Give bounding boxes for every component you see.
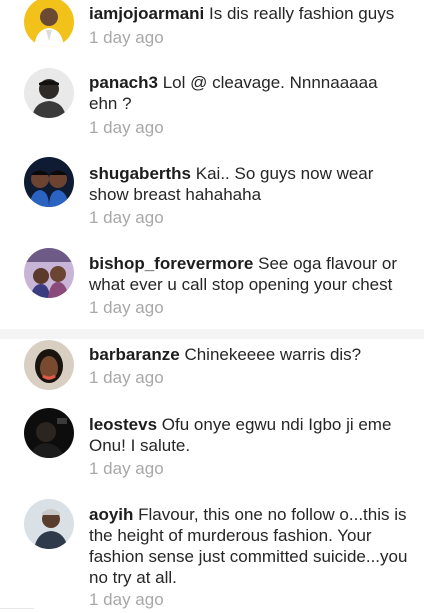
- section-divider: [0, 329, 424, 339]
- user-avatar-icon[interactable]: [24, 157, 74, 207]
- comment-timestamp: 1 day ago: [89, 28, 164, 47]
- comment-username[interactable]: bishop_forevermore: [89, 254, 253, 273]
- comment-text: iamjojoarmani Is dis really fashion guys: [89, 3, 409, 24]
- comment-text: leostevs Ofu onye egwu ndi Igbo ji eme O…: [89, 414, 409, 456]
- comment-text: panach3 Lol @ cleavage. Nnnnaaaaa ehn ?: [89, 72, 409, 114]
- comment-text: shugaberths Kai.. So guys now wear show …: [89, 163, 409, 205]
- bottom-divider: [0, 608, 34, 613]
- comment-username[interactable]: shugaberths: [89, 164, 191, 183]
- comment-username[interactable]: leostevs: [89, 415, 157, 434]
- comment-timestamp: 1 day ago: [89, 208, 164, 227]
- user-avatar-icon[interactable]: [24, 340, 74, 390]
- comment-text: barbaranze Chinekeeee warris dis?: [89, 344, 409, 365]
- comment-username[interactable]: panach3: [89, 73, 158, 92]
- comment-username[interactable]: iamjojoarmani: [89, 4, 204, 23]
- user-avatar-icon[interactable]: [24, 499, 74, 549]
- comment-text: bishop_forevermore See oga flavour or wh…: [89, 253, 409, 295]
- user-avatar-icon[interactable]: [24, 0, 74, 47]
- comments-page: iamjojoarmani Is dis really fashion guys…: [0, 0, 424, 613]
- comment-body: Flavour, this one no follow o...this is …: [89, 505, 408, 587]
- comment-body: Is dis really fashion guys: [209, 4, 395, 23]
- comment-timestamp: 1 day ago: [89, 459, 164, 478]
- user-avatar-icon[interactable]: [24, 68, 74, 118]
- comment-username[interactable]: aoyih: [89, 505, 133, 524]
- comment-body: Chinekeeee warris dis?: [184, 345, 362, 364]
- comment-timestamp: 1 day ago: [89, 368, 164, 387]
- comment-timestamp: 1 day ago: [89, 298, 164, 317]
- comment-username[interactable]: barbaranze: [89, 345, 180, 364]
- user-avatar-icon[interactable]: [24, 408, 74, 458]
- comment-timestamp: 1 day ago: [89, 118, 164, 137]
- comment-text: aoyih Flavour, this one no follow o...th…: [89, 504, 409, 588]
- user-avatar-icon[interactable]: [24, 248, 74, 298]
- comment-timestamp: 1 day ago: [89, 590, 164, 609]
